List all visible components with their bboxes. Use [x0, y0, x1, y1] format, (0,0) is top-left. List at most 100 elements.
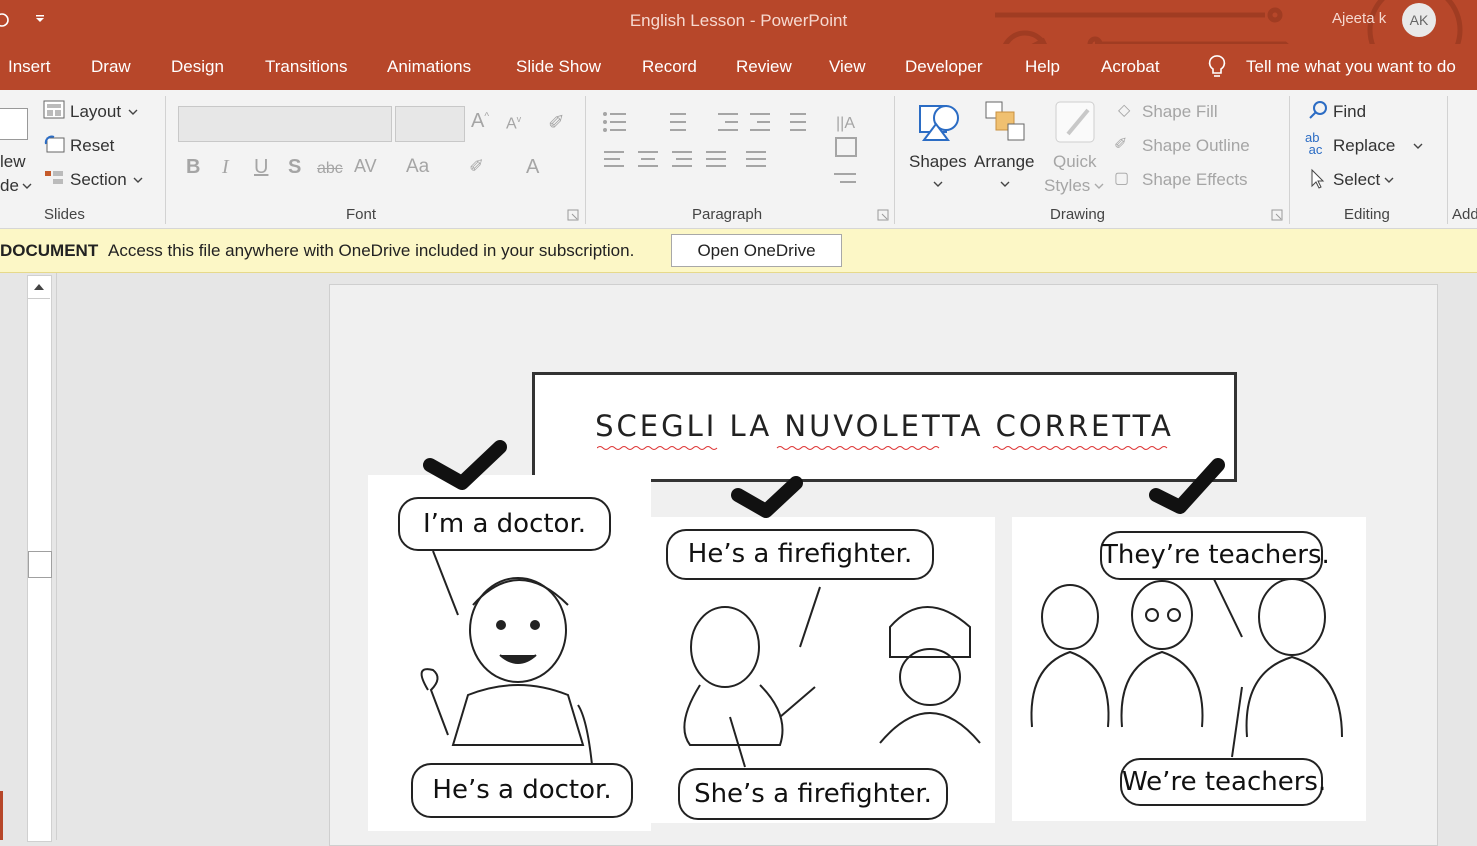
shape-outline-button[interactable]: Shape Outline	[1142, 136, 1250, 156]
tab-view[interactable]: View	[829, 57, 866, 77]
tab-help[interactable]: Help	[1025, 57, 1060, 77]
arrange-icon[interactable]	[984, 100, 1028, 144]
select-cursor-icon	[1311, 168, 1325, 189]
replace-button[interactable]: Replace	[1333, 136, 1395, 156]
quick-styles-icon[interactable]	[1054, 100, 1098, 146]
font-size-combo[interactable]	[395, 106, 465, 142]
checkmark-icon[interactable]	[1148, 457, 1238, 519]
quick-styles-label-2[interactable]: Styles	[1044, 176, 1090, 196]
find-button[interactable]: Find	[1333, 102, 1366, 122]
shadow-button[interactable]: S	[288, 156, 301, 179]
change-case-button[interactable]: Aa	[406, 156, 429, 178]
speech-bubble[interactable]: She’s a firefighter.	[678, 768, 948, 820]
speech-bubble[interactable]: We’re teachers.	[1120, 758, 1326, 806]
checkmark-icon[interactable]	[728, 473, 818, 525]
chevron-down-icon[interactable]	[1000, 180, 1010, 188]
underline-button[interactable]: U	[254, 156, 268, 179]
group-label-paragraph: Paragraph	[692, 206, 763, 223]
slide-title: SCEGLI LA NUVOLETTA CORRETTA	[595, 409, 1174, 443]
message-bar-text: Access this file anywhere with OneDrive …	[108, 241, 635, 260]
replace-icon: ab ac	[1305, 130, 1323, 157]
reset-icon	[44, 135, 65, 153]
speech-bubble[interactable]: They’re teachers.	[1100, 531, 1330, 580]
tab-insert[interactable]: Insert	[8, 57, 51, 77]
strikethrough-button[interactable]: abc	[317, 160, 343, 178]
select-button[interactable]: Select	[1333, 170, 1380, 190]
chevron-down-icon[interactable]	[1384, 176, 1394, 184]
group-separator	[1447, 96, 1448, 224]
section-icon	[45, 171, 63, 184]
scroll-thumb[interactable]	[28, 551, 52, 578]
ribbon: lew de Layout Reset Section Slides A^ Av…	[0, 90, 1477, 229]
dialog-launcher-icon[interactable]	[877, 209, 889, 221]
group-label-clipped: Add	[1452, 206, 1477, 223]
highlight-icon[interactable]: ✐	[469, 156, 484, 177]
shrink-font-icon[interactable]: Av	[506, 114, 521, 133]
shape-effects-button[interactable]: Shape Effects	[1142, 170, 1248, 190]
slide-title-box[interactable]: SCEGLI LA NUVOLETTA CORRETTA	[532, 372, 1237, 482]
speech-bubble[interactable]: He’s a doctor.	[411, 763, 633, 818]
tell-me-search[interactable]: Tell me what you want to do	[1246, 57, 1456, 77]
slide-canvas[interactable]: SCEGLI LA NUVOLETTA CORRETTA I’m a docto…	[329, 284, 1438, 846]
layout-icon	[43, 100, 65, 119]
avatar[interactable]: AK	[1402, 3, 1436, 37]
dialog-launcher-icon[interactable]	[567, 209, 579, 221]
open-onedrive-button[interactable]: Open OneDrive	[671, 234, 842, 267]
scroll-up-button[interactable]	[28, 276, 50, 299]
chevron-down-icon[interactable]	[22, 182, 32, 190]
svg-text:||A: ||A	[836, 115, 855, 132]
pen-icon: ✐	[1114, 136, 1128, 153]
font-name-combo[interactable]	[178, 106, 392, 142]
picture-panel-doctor[interactable]: I’m a doctor. He’s a doctor.	[368, 475, 651, 831]
layout-button[interactable]: Layout	[70, 102, 121, 122]
picture-panel-teachers[interactable]: They’re teachers. We’re teachers.	[1012, 517, 1366, 821]
tab-slide-show[interactable]: Slide Show	[516, 57, 601, 77]
chevron-down-icon[interactable]	[1413, 142, 1423, 150]
char-spacing-button[interactable]: AV	[354, 156, 377, 177]
speech-bubble[interactable]: He’s a firefighter.	[666, 529, 934, 580]
shape-fill-button[interactable]: Shape Fill	[1142, 102, 1218, 122]
spellcheck-underline	[597, 446, 1168, 450]
paragraph-icons[interactable]: ||A	[600, 108, 880, 198]
speech-bubble[interactable]: I’m a doctor.	[398, 497, 611, 551]
arrange-button[interactable]: Arrange	[974, 152, 1034, 172]
tab-review[interactable]: Review	[736, 57, 792, 77]
tab-record[interactable]: Record	[642, 57, 697, 77]
new-slide-icon[interactable]	[0, 108, 28, 140]
thumbnail-pane	[0, 273, 57, 842]
chevron-down-icon[interactable]	[128, 108, 138, 116]
effects-icon: ▢	[1114, 170, 1130, 187]
quick-styles-label-1[interactable]: Quick	[1053, 152, 1096, 172]
picture-panel-firefighter[interactable]: He’s a firefighter. She’s a firefighter.	[650, 517, 995, 823]
new-slide-label-2[interactable]: de	[0, 176, 19, 196]
tab-acrobat[interactable]: Acrobat	[1101, 57, 1160, 77]
lightbulb-icon	[1208, 55, 1226, 77]
tab-draw[interactable]: Draw	[91, 57, 131, 77]
chevron-down-icon[interactable]	[933, 180, 943, 188]
find-icon	[1309, 101, 1327, 119]
clear-formatting-icon[interactable]: ✐	[548, 110, 565, 135]
reset-button[interactable]: Reset	[70, 136, 114, 156]
tab-animations[interactable]: Animations	[387, 57, 471, 77]
selected-slide-marker	[0, 791, 3, 840]
checkmark-icon[interactable]	[420, 437, 510, 495]
italic-button[interactable]: I	[222, 156, 229, 179]
shapes-icon[interactable]	[914, 100, 962, 148]
tab-design[interactable]: Design	[171, 57, 224, 77]
dialog-launcher-icon[interactable]	[1271, 209, 1283, 221]
message-bar: DOCUMENT Access this file anywhere with …	[0, 229, 1477, 273]
user-name: Ajeeta k	[1332, 10, 1387, 27]
chevron-down-icon[interactable]	[133, 176, 143, 184]
shapes-button[interactable]: Shapes	[909, 152, 967, 172]
group-label-editing: Editing	[1344, 206, 1390, 223]
chevron-up-icon	[34, 284, 44, 290]
grow-font-icon[interactable]: A^	[471, 110, 489, 133]
section-button[interactable]: Section	[70, 170, 127, 190]
group-label-slides: Slides	[44, 206, 85, 223]
font-color-button[interactable]: A	[526, 156, 539, 179]
tab-transitions[interactable]: Transitions	[265, 57, 348, 77]
chevron-down-icon[interactable]	[1094, 182, 1104, 190]
tab-developer[interactable]: Developer	[905, 57, 983, 77]
bold-button[interactable]: B	[186, 156, 200, 179]
new-slide-label-1[interactable]: lew	[0, 152, 26, 172]
